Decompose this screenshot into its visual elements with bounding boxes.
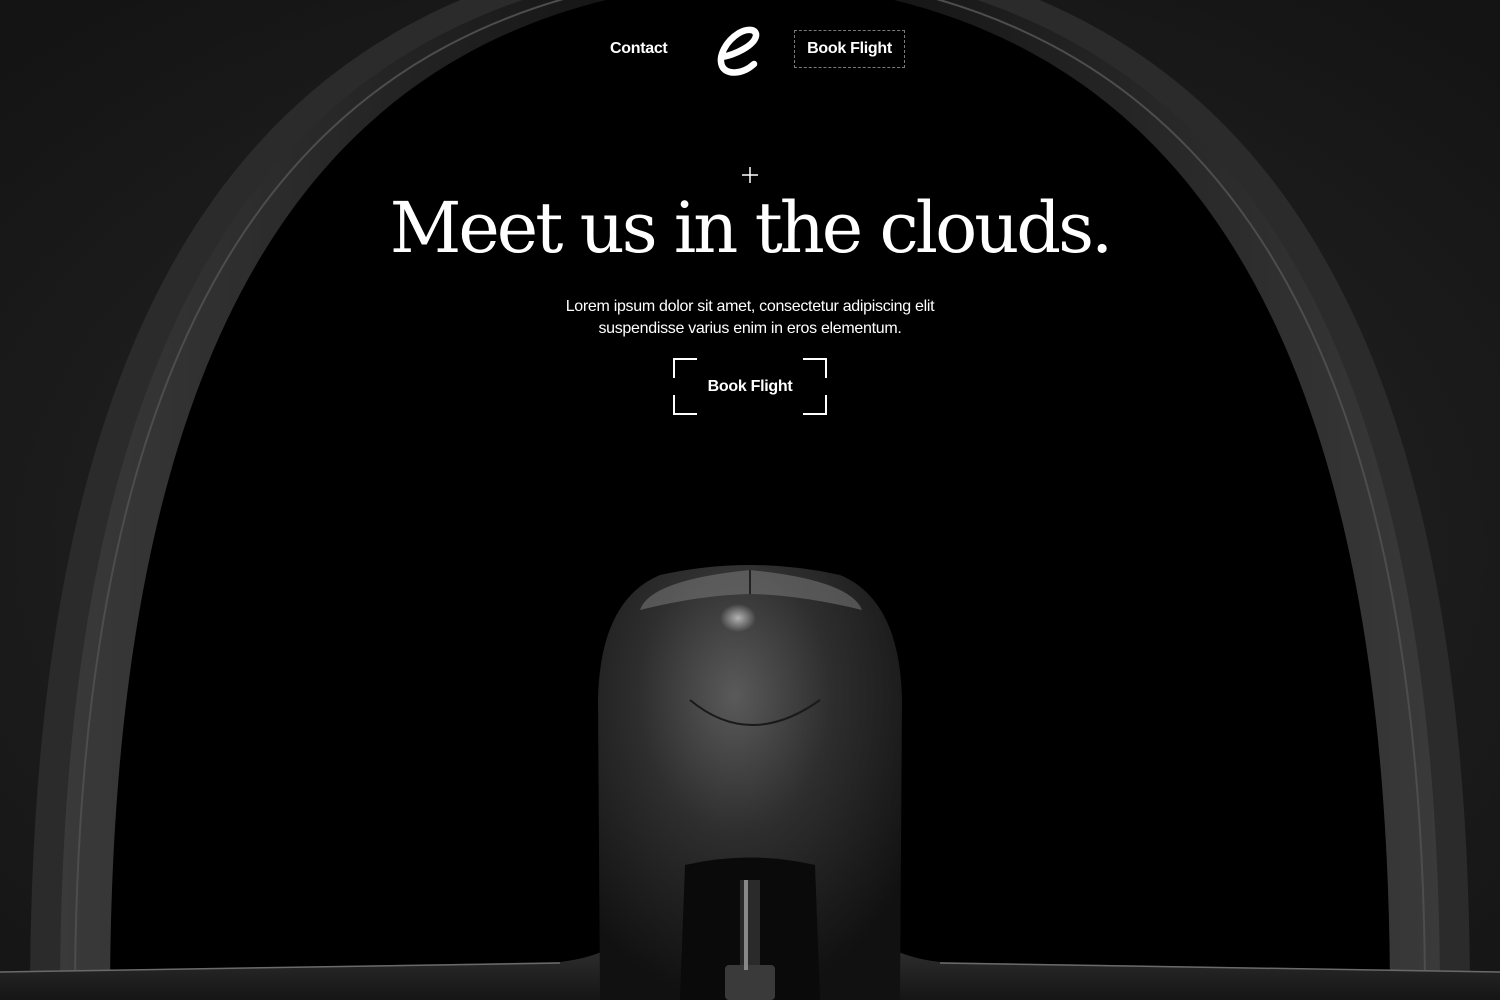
hero-book-flight-label: Book Flight	[707, 377, 793, 395]
hero-background-image	[0, 0, 1500, 1000]
hero-book-flight-button[interactable]: Book Flight	[673, 358, 827, 415]
nav-book-flight-button[interactable]: Book Flight	[794, 30, 905, 68]
bracket-corner-icon	[803, 395, 827, 415]
bracket-corner-icon	[803, 358, 827, 378]
plus-icon	[742, 167, 758, 183]
top-nav: Contact Book Flight	[0, 0, 1500, 100]
bracket-corner-icon	[673, 395, 697, 415]
e-logo-icon[interactable]	[712, 24, 766, 78]
contact-link[interactable]: Contact	[610, 40, 668, 58]
hero-subtext: Lorem ipsum dolor sit amet, consectetur …	[565, 298, 935, 337]
bracket-corner-icon	[673, 358, 697, 378]
hero-headline: Meet us in the clouds.	[389, 187, 1114, 269]
